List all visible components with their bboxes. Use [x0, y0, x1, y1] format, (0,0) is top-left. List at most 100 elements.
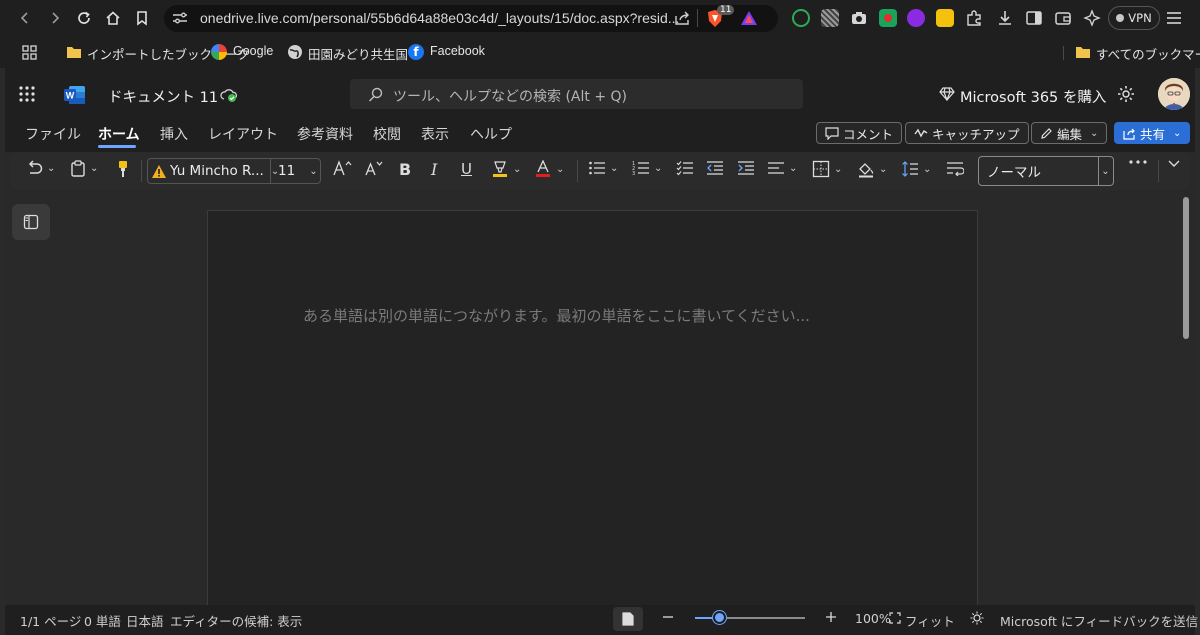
style-dropdown-toggle[interactable]: ⌄: [1098, 156, 1114, 186]
extension-qr-icon[interactable]: [821, 9, 839, 27]
bookmark-denen[interactable]: 田園みどり共生国: [308, 44, 408, 63]
tab-home[interactable]: ホーム: [98, 124, 140, 144]
wallet-icon[interactable]: [1054, 9, 1072, 27]
forward-icon[interactable]: [44, 7, 66, 29]
url-text[interactable]: onedrive.live.com/personal/55b6d64a88e03…: [200, 10, 679, 26]
app-launcher-icon[interactable]: [19, 86, 35, 102]
numbered-list-icon: 123: [632, 160, 650, 176]
extension-green-icon[interactable]: [879, 9, 897, 27]
document-page[interactable]: [207, 210, 978, 610]
extension-recycle-icon[interactable]: [792, 9, 810, 27]
brave-rewards-icon[interactable]: [740, 10, 758, 26]
leo-ai-icon[interactable]: [1083, 9, 1101, 27]
checklist-button[interactable]: [676, 160, 694, 176]
font-color-button[interactable]: ⌄: [534, 160, 564, 178]
format-painter-button[interactable]: [116, 160, 130, 178]
increase-indent-button[interactable]: [737, 160, 755, 176]
navigation-pane-button[interactable]: [12, 204, 50, 240]
more-options-button[interactable]: [1129, 160, 1147, 164]
cloud-saved-icon[interactable]: [220, 87, 238, 103]
zoom-out-icon[interactable]: [662, 612, 674, 622]
numbering-button[interactable]: 123 ⌄: [632, 160, 662, 176]
sidebar-toggle-icon[interactable]: [1025, 9, 1043, 27]
settings-gear-icon[interactable]: [1117, 85, 1135, 103]
browser-menu-icon[interactable]: [1166, 11, 1182, 25]
ribbon-expand-button[interactable]: [1168, 160, 1180, 168]
decrease-indent-icon: [706, 160, 724, 176]
italic-button[interactable]: I: [431, 160, 437, 179]
feedback-link[interactable]: Microsoft にフィードバックを送信: [1000, 611, 1198, 630]
share-page-icon[interactable]: [674, 10, 691, 26]
buy-microsoft365-link[interactable]: Microsoft 365 を購入: [960, 86, 1106, 107]
all-bookmarks[interactable]: すべてのブックマーク: [1096, 44, 1200, 63]
underline-button[interactable]: U: [461, 160, 472, 178]
extension-keep-icon[interactable]: [936, 9, 954, 27]
zoom-level[interactable]: 100%: [855, 611, 891, 626]
extension-chat-icon[interactable]: [907, 9, 925, 27]
style-dropdown[interactable]: ノーマル: [978, 156, 1099, 186]
editor-suggestions[interactable]: エディターの候補: 表示: [170, 611, 302, 630]
shrink-font-button[interactable]: [365, 160, 385, 176]
align-button[interactable]: ⌄: [767, 160, 797, 176]
edit-mode-button[interactable]: 編集 ⌄: [1031, 122, 1108, 144]
grow-font-button[interactable]: [333, 160, 353, 176]
chevron-down-icon: ⌄: [90, 163, 99, 174]
borders-button[interactable]: ⌄: [812, 160, 842, 178]
chevron-down-icon: ⌄: [789, 162, 798, 174]
undo-button[interactable]: ⌄: [25, 160, 55, 176]
tab-review[interactable]: 校閲: [373, 124, 401, 144]
extensions-puzzle-icon[interactable]: [965, 9, 983, 27]
chevron-down-icon: ⌄: [1101, 165, 1110, 177]
warning-icon: [151, 164, 167, 179]
tab-references[interactable]: 参考資料: [297, 124, 353, 144]
zoom-slider-thumb[interactable]: [713, 611, 726, 624]
print-layout-button[interactable]: [613, 607, 643, 631]
bookmark-facebook[interactable]: Facebook: [430, 44, 485, 58]
apps-grid-icon[interactable]: [22, 45, 37, 60]
site-settings-icon[interactable]: [172, 11, 188, 25]
shading-button[interactable]: ⌄: [857, 160, 887, 178]
tab-help[interactable]: ヘルプ: [470, 124, 512, 144]
share-button[interactable]: 共有 ⌄: [1114, 122, 1191, 144]
comment-button[interactable]: コメント: [816, 122, 903, 144]
tab-file[interactable]: ファイル: [25, 124, 81, 144]
svg-text:3: 3: [632, 171, 635, 176]
bookmark-google[interactable]: Google: [233, 44, 273, 58]
google-icon: [211, 44, 227, 60]
search-placeholder[interactable]: ツール、ヘルプなどの検索 (Alt + Q): [393, 86, 627, 106]
document-title[interactable]: ドキュメント 11: [108, 86, 218, 107]
document-placeholder[interactable]: ある単語は別の単語につながります。最初の単語をここに書いてください...: [303, 305, 810, 326]
align-left-icon: [767, 160, 785, 176]
bold-button[interactable]: B: [399, 160, 411, 179]
reload-icon[interactable]: [73, 7, 95, 29]
user-avatar[interactable]: [1158, 78, 1190, 110]
font-name-dropdown[interactable]: Yu Mincho R... ⌄: [147, 158, 279, 184]
font-size-dropdown[interactable]: 11 ⌄: [271, 158, 321, 184]
catchup-icon: [914, 127, 928, 139]
catchup-button[interactable]: キャッチアップ: [905, 122, 1029, 144]
tab-layout[interactable]: レイアウト: [208, 124, 278, 144]
language-status[interactable]: 日本語: [126, 611, 164, 630]
clipboard-icon: [70, 160, 86, 177]
zoom-in-icon[interactable]: [825, 611, 837, 623]
bullets-button[interactable]: ⌄: [588, 160, 618, 176]
paragraph-settings-button[interactable]: [946, 160, 964, 176]
line-spacing-button[interactable]: ⌄: [901, 160, 931, 178]
checklist-icon: [676, 160, 694, 176]
svg-text:W: W: [66, 91, 75, 101]
vertical-scrollbar-thumb[interactable]: [1183, 197, 1189, 339]
decrease-indent-button[interactable]: [706, 160, 724, 176]
bookmark-icon[interactable]: [131, 7, 153, 29]
word-count[interactable]: 0 単語: [84, 611, 121, 630]
vpn-button[interactable]: VPN: [1108, 6, 1160, 30]
extension-camera-icon[interactable]: [850, 9, 868, 27]
download-icon[interactable]: [996, 9, 1014, 27]
tab-insert[interactable]: 挿入: [160, 124, 188, 144]
back-icon[interactable]: [14, 7, 36, 29]
home-icon[interactable]: [102, 7, 124, 29]
tab-view[interactable]: 表示: [421, 124, 449, 144]
fit-button[interactable]: フィット: [905, 611, 955, 630]
highlight-button[interactable]: ⌄: [491, 160, 521, 178]
paste-button[interactable]: ⌄: [70, 160, 98, 177]
theme-sun-icon[interactable]: [970, 611, 984, 625]
